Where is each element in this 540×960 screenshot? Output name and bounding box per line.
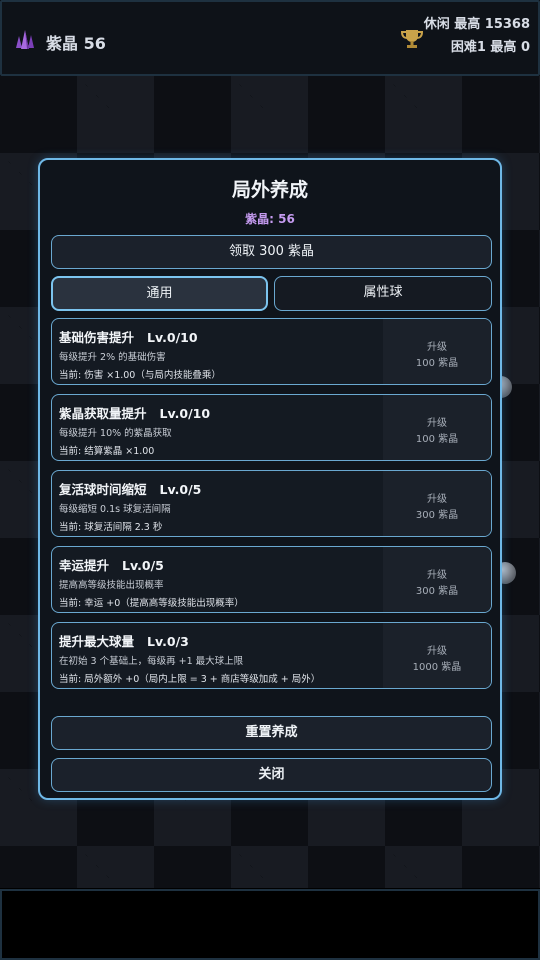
upgrade-cost: 100 紫晶	[415, 434, 459, 445]
bottom-bar	[0, 889, 540, 960]
upgrade-cost: 100 紫晶	[415, 358, 459, 369]
top-bar: 紫晶 56 休闲 最高 15368 困难1 最高 0	[0, 0, 540, 76]
upgrade-description: 每级缩短 0.1s 球复活间隔	[59, 504, 171, 515]
upgrade-button[interactable]: 升级 100 紫晶	[383, 319, 491, 384]
dialog-title: 局外养成	[231, 179, 308, 201]
best-score-casual: 休闲 最高 15368	[423, 17, 530, 32]
trophy-icon	[400, 30, 424, 48]
upgrade-current: 当前: 幸运 +0（提高高等级技能出现概率）	[59, 598, 244, 609]
crystal-count: 紫晶: 56	[245, 212, 295, 226]
upgrade-button-label: 升级	[427, 570, 447, 581]
reset-progression-button[interactable]: 重置养成	[51, 716, 492, 750]
upgrade-description: 在初始 3 个基础上，每级再 +1 最大球上限	[59, 656, 244, 667]
upgrade-description: 每级提升 10% 的紫晶获取	[59, 428, 172, 439]
upgrade-button-label: 升级	[427, 418, 447, 429]
upgrade-title: 基础伤害提升 Lv.0/10	[59, 330, 198, 345]
upgrade-title: 幸运提升 Lv.0/5	[59, 558, 164, 573]
best-score-hard: 困难1 最高 0	[450, 40, 530, 55]
upgrade-current: 当前: 结算紫晶 ×1.00	[59, 446, 155, 457]
claim-crystal-button[interactable]: 领取 300 紫晶	[51, 235, 492, 269]
upgrade-description: 提高高等级技能出现概率	[59, 580, 164, 591]
upgrade-cost: 300 紫晶	[415, 510, 459, 521]
upgrade-max-balls: 提升最大球量 Lv.0/3 在初始 3 个基础上，每级再 +1 最大球上限 当前…	[51, 622, 492, 689]
upgrade-revive-time: 复活球时间缩短 Lv.0/5 每级缩短 0.1s 球复活间隔 当前: 球复活间隔…	[51, 470, 492, 537]
upgrade-button[interactable]: 升级 300 紫晶	[383, 471, 491, 536]
upgrade-luck: 幸运提升 Lv.0/5 提高高等级技能出现概率 当前: 幸运 +0（提高高等级技…	[51, 546, 492, 613]
upgrade-title: 紫晶获取量提升 Lv.0/10	[59, 406, 211, 421]
upgrade-current: 当前: 球复活间隔 2.3 秒	[59, 522, 163, 533]
upgrade-description: 每级提升 2% 的基础伤害	[59, 352, 166, 363]
tab-attribute-balls[interactable]: 属性球	[274, 276, 492, 311]
meta-progression-dialog: 局外养成 紫晶: 56 领取 300 紫晶 通用 属性球 基础伤害提升 Lv.0…	[38, 158, 502, 800]
upgrade-crystal-gain: 紫晶获取量提升 Lv.0/10 每级提升 10% 的紫晶获取 当前: 结算紫晶 …	[51, 394, 492, 461]
upgrade-title: 复活球时间缩短 Lv.0/5	[59, 482, 202, 497]
upgrade-title: 提升最大球量 Lv.0/3	[59, 634, 189, 649]
close-button[interactable]: 关闭	[51, 758, 492, 792]
upgrade-button[interactable]: 升级 300 紫晶	[383, 547, 491, 612]
upgrade-button-label: 升级	[427, 342, 447, 353]
upgrade-current: 当前: 伤害 ×1.00（与局内技能叠乘）	[59, 370, 221, 381]
crystal-icon	[16, 30, 34, 49]
crystal-balance: 紫晶 56	[46, 34, 106, 53]
tab-general[interactable]: 通用	[51, 276, 268, 311]
upgrade-base-damage: 基础伤害提升 Lv.0/10 每级提升 2% 的基础伤害 当前: 伤害 ×1.0…	[51, 318, 492, 385]
upgrade-button[interactable]: 升级 1000 紫晶	[383, 623, 491, 688]
upgrade-button-label: 升级	[427, 646, 447, 657]
upgrade-button[interactable]: 升级 100 紫晶	[383, 395, 491, 460]
upgrade-cost: 300 紫晶	[415, 586, 459, 597]
upgrade-current: 当前: 局外额外 +0（局内上限 = 3 + 商店等级加成 + 局外）	[59, 674, 321, 685]
upgrade-cost: 1000 紫晶	[412, 662, 462, 673]
upgrade-button-label: 升级	[427, 494, 447, 505]
